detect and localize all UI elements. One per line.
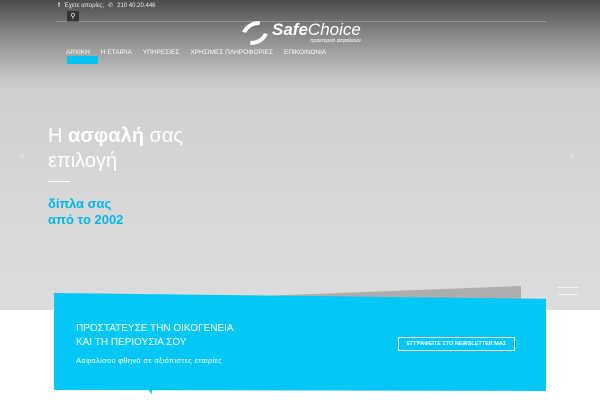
nav-useful-info[interactable]: ΧΡΗΣΙΜΕΣ ΠΛΗΡΟΦΟΡΙΕΣ [190,49,273,56]
cta-title-line2: ΚΑΙ ΤΗ ΠΕΡΙΟΥΣΙΑ ΣΟΥ [76,337,187,348]
hero-subtitle-line2: από το 2002 [48,212,124,227]
hero-subtitle: δίπλα σας από το 2002 [48,196,123,228]
hero-title-part: Η [48,125,68,147]
main-nav: ΑΡΧΙΚΗ Η ΕΤΑΙΡΙΑ ΥΠΗΡΕΣΙΕΣ ΧΡΗΣΙΜΕΣ ΠΛΗΡ… [66,49,326,56]
search-icon: ⚲ [70,13,76,20]
hero-title-line2: επιλογή [48,150,118,172]
phone-icon: ✆ [108,3,114,9]
cta-subtitle: Ασφαλίσου φθηνά σε αξιόπιστες εταιρίες [76,356,223,365]
active-nav-indicator [67,56,98,64]
cta-box-tip [146,387,152,394]
nav-services[interactable]: ΥΠΗΡΕΣΙΕΣ [143,49,180,56]
nav-company[interactable]: Η ΕΤΑΙΡΙΑ [101,49,132,56]
nav-contact[interactable]: ΕΠΙΚΟΙΝΩΝΙΑ [284,49,326,56]
newsletter-button[interactable]: ΕΓΓΡΑΦΕΙΤΕ ΣΤΟ NEWSLETTER ΜΑΣ [398,337,515,351]
hero-divider [48,181,70,182]
hero-title-bold: ασφαλή [68,125,144,147]
hero-subtitle-line1: δίπλα σας [48,196,112,211]
question-text: Έχετε απορίες; [64,2,105,9]
topbar: f Έχετε απορίες; ✆ 210 40.20.446 [58,2,156,10]
facebook-icon[interactable]: f [58,3,60,9]
menu-icon[interactable] [558,287,578,301]
cta-title: ΠΡΟΣΤΑΤΕΥΣΕ ΤΗΝ ΟΙΚΟΓΕΝΕΙΑ ΚΑΙ ΤΗ ΠΕΡΙΟΥΣ… [76,322,276,350]
logo-name-light: Choice [307,20,361,39]
hero-title-part: σας [143,125,184,147]
logo[interactable]: SafeChoice πρακτορείο ασφαλειών [237,16,361,50]
logo-name-bold: Safe [272,20,308,39]
phone-number[interactable]: 210 40.20.446 [117,3,155,9]
nav-home[interactable]: ΑΡΧΙΚΗ [66,49,90,56]
slider-prev-icon[interactable]: ‹ [20,147,25,163]
cta-title-line1: ΠΡΟΣΤΑΤΕΥΣΕ ΤΗΝ ΟΙΚΟΓΕΝΕΙΑ [76,323,234,334]
hero-title: Η ασφαλή σας επιλογή [48,124,248,174]
slider-next-icon[interactable]: › [570,147,575,163]
header [0,0,600,90]
